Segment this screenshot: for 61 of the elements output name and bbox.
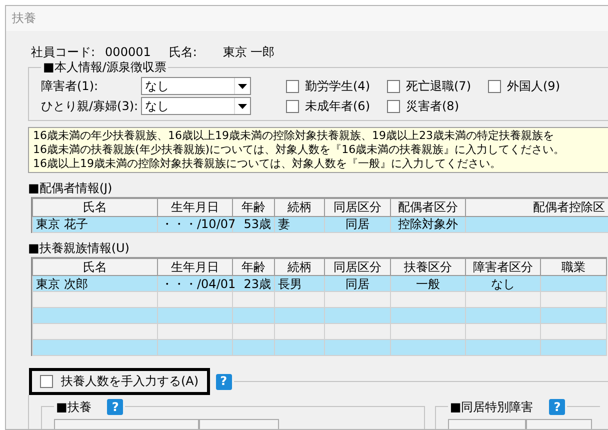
section-title: ■配偶者情報(J) (28, 181, 114, 196)
column-header: 年齢 (232, 258, 274, 276)
checkbox[interactable] (387, 80, 400, 93)
table-cell: 控除対象外 (390, 216, 466, 232)
checkbox-label: 未成年者(6) (305, 98, 370, 114)
column-header: 続柄 (274, 258, 324, 276)
dropdown[interactable]: なし (141, 77, 251, 96)
table-cell: 東京 花子 (32, 216, 158, 232)
caret-icon (238, 84, 247, 89)
checkbox-label: 死亡退職(7) (406, 78, 471, 94)
dropdown[interactable]: なし (141, 97, 251, 116)
column-header: 年齢 (232, 198, 274, 216)
column-header: 同居区分 (324, 198, 390, 216)
notice-text: 16歳未満の扶養親族(年少扶養親族)については、対象人数を『16歳未満の扶養親族』に入力してください。 (33, 143, 566, 158)
column-header: 氏名 (32, 258, 158, 276)
table-cell: 同居 (324, 216, 390, 232)
column-header: 続柄 (274, 198, 324, 216)
column-header: 同居区分 (324, 258, 390, 276)
table-cell: 東京 次郎 (32, 276, 158, 292)
table-cell: ・・・/04/01 (158, 276, 232, 292)
table-cell: 一般 (390, 276, 466, 292)
employee-name: 東京 一郎 (222, 45, 275, 60)
column-header: 配偶者控除区 (466, 198, 608, 216)
checkbox[interactable] (286, 100, 299, 113)
checkbox[interactable] (387, 100, 400, 113)
checkbox-label: 勤労学生(4) (305, 78, 370, 94)
group-title: ■本人情報/源泉徴収票 (42, 60, 168, 74)
checkbox-label: 扶養人数を手入力する(A) (61, 374, 199, 389)
column-header: 職業 (540, 258, 606, 276)
column-header: 生年月日 (158, 258, 232, 276)
checkbox[interactable] (40, 375, 53, 388)
notice-text: 16歳未満の年少扶養親族、16歳以上19歳未満の控除対象扶養親族、19歳以上23歳未満の特定扶養親族を (33, 129, 555, 144)
checkbox-label: 災害者(8) (406, 98, 459, 114)
field-label: 氏名: (168, 45, 197, 60)
table-cell: 妻 (274, 216, 324, 232)
table-cell: ・・・/10/07 (158, 216, 232, 232)
column-header: 配偶者区分 (390, 198, 466, 216)
column-header: 扶養区分 (390, 258, 466, 276)
employee-code: 000001 (105, 45, 151, 60)
window-title: 扶養 (12, 11, 36, 25)
field-label: 社員コード: (31, 45, 96, 60)
help-icon[interactable]: ? (107, 398, 124, 415)
group-title: ■扶養 (56, 400, 92, 414)
field-label: 障害者(1): (41, 78, 100, 94)
caret-icon (238, 104, 247, 109)
section-title: ■扶養親族情報(U) (28, 240, 130, 256)
checkbox[interactable] (286, 80, 299, 93)
table-cell: なし (466, 276, 540, 292)
checkbox-label: 外国人(9) (507, 78, 560, 94)
column-header: 生年月日 (158, 198, 232, 216)
checkbox[interactable] (488, 80, 501, 93)
notice-text: 16歳以上19歳未満の控除対象扶養親族については、対象人数を『一般』に入力してください。 (33, 157, 502, 172)
column-header: 氏名 (32, 198, 158, 216)
table-cell: 23歳 (232, 276, 274, 292)
field-label: ひとり親/寡婦(3): (41, 98, 140, 114)
group-title: ■同居特別障害 (450, 400, 534, 414)
table-cell: 同居 (324, 276, 390, 292)
help-icon[interactable]: ? (549, 398, 566, 415)
table-cell: 長男 (274, 276, 324, 292)
column-header: 障害者区分 (466, 258, 540, 276)
help-icon[interactable]: ? (216, 374, 232, 390)
